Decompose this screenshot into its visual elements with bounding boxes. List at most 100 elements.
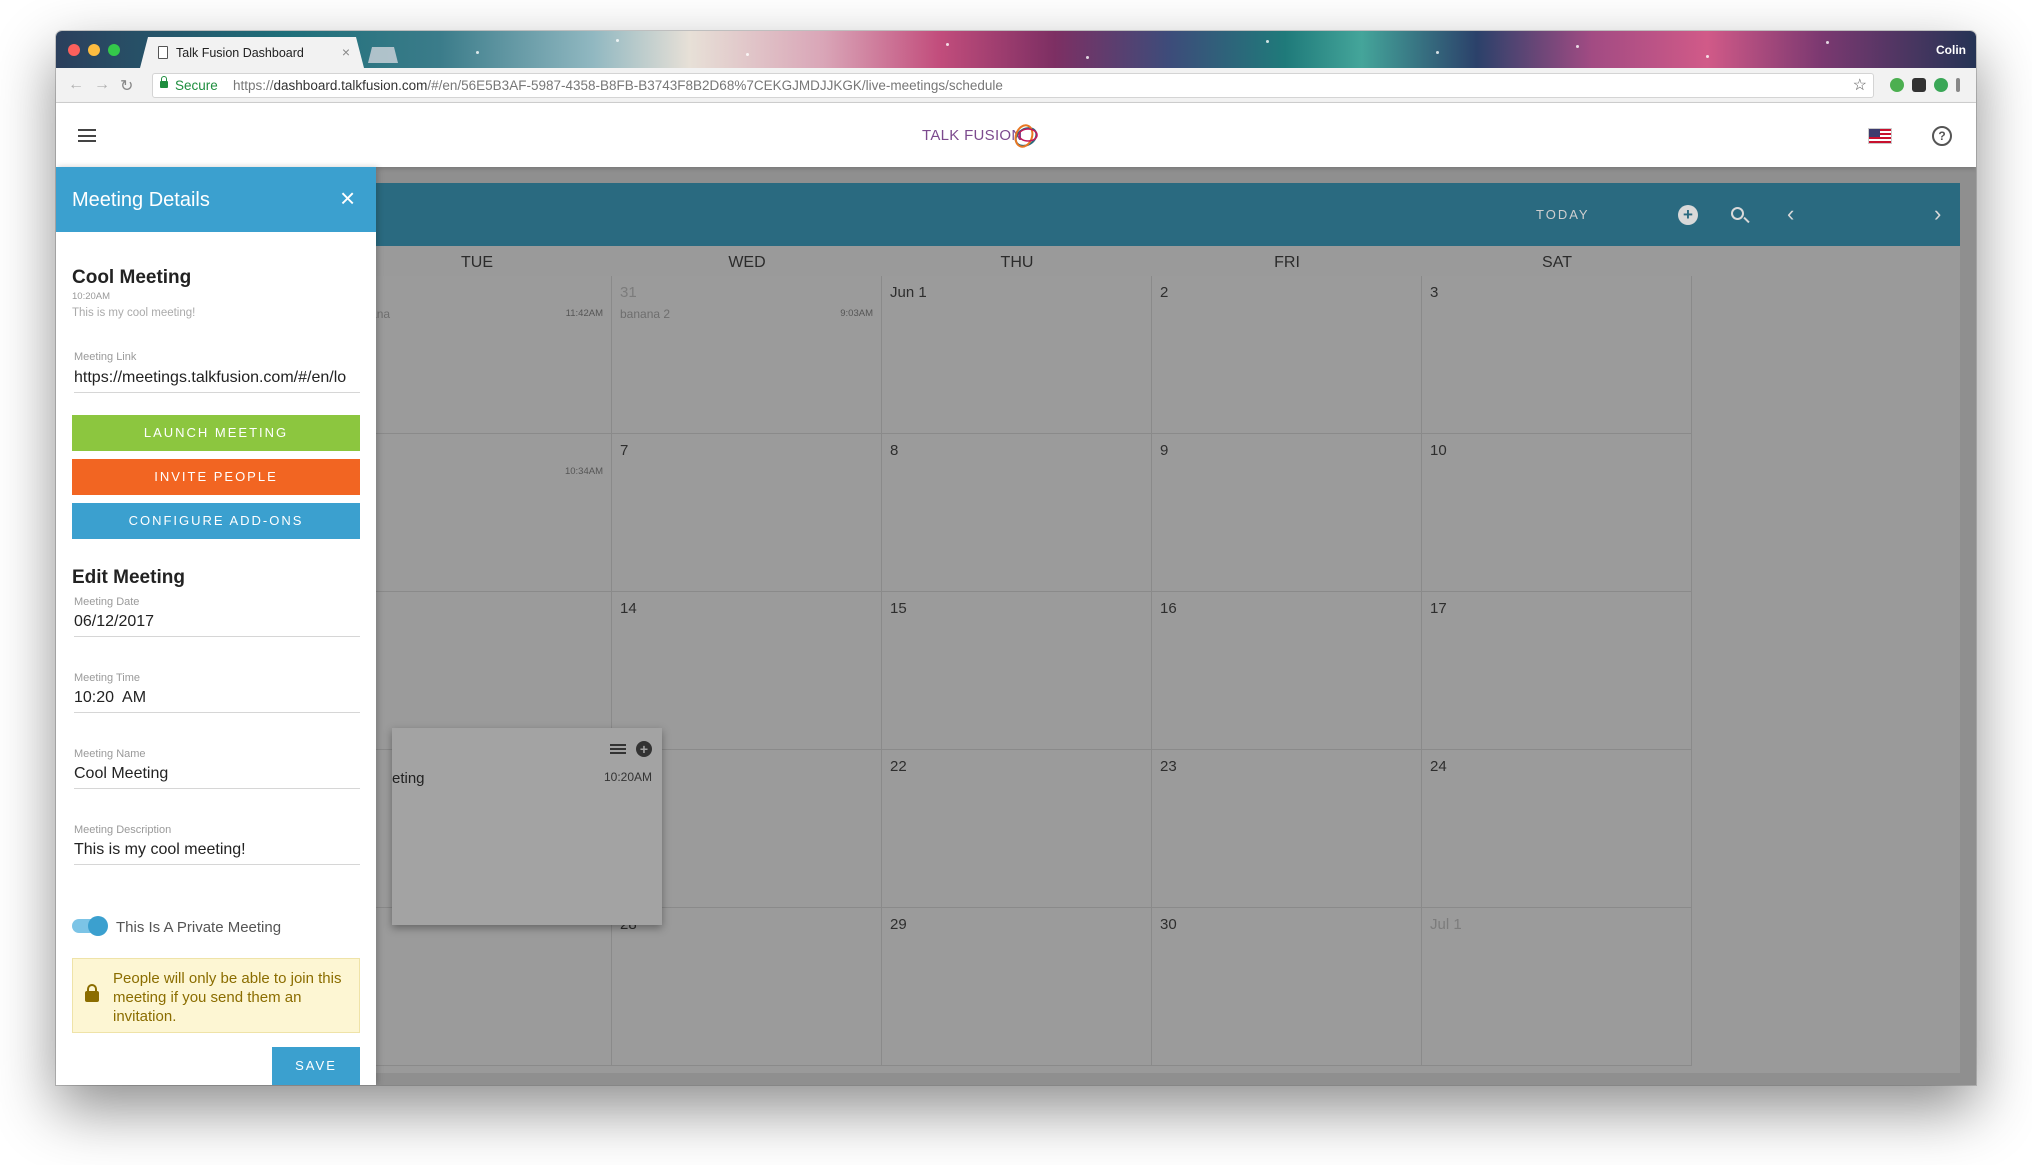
day-of-week-label: FRI xyxy=(1274,254,1300,271)
calendar-day-cell[interactable]: 24 xyxy=(1422,750,1692,908)
calendar-day-cell[interactable]: 22 xyxy=(882,750,1152,908)
next-week-icon[interactable]: › xyxy=(1934,201,1941,227)
extension-icon[interactable] xyxy=(1890,78,1904,92)
meeting-details-panel: Meeting Details × Cool Meeting 10:20AM T… xyxy=(56,167,376,1085)
day-number: 9 xyxy=(1160,442,1169,459)
calendar-day-cell[interactable]: 14 xyxy=(612,592,882,750)
app-header: TALK FUSION ? xyxy=(56,103,1976,167)
hamburger-menu-icon[interactable] xyxy=(78,129,96,142)
calendar-day-cell[interactable]: 16 xyxy=(1152,592,1422,750)
day-of-week-label: THU xyxy=(1000,254,1034,271)
profile-name[interactable]: Colin xyxy=(1936,43,1966,57)
window-close-button[interactable] xyxy=(68,44,80,56)
talk-fusion-logo: TALK FUSION xyxy=(922,127,1023,144)
meeting-link-field[interactable]: https://meetings.talkfusion.com/#/en/lo xyxy=(74,369,360,393)
secure-label: Secure xyxy=(175,78,218,93)
back-icon[interactable]: ← xyxy=(68,76,84,94)
meeting-description-field[interactable]: This is my cool meeting! xyxy=(74,841,360,865)
day-number: 24 xyxy=(1430,758,1447,775)
extension-icon[interactable] xyxy=(1912,78,1926,92)
bookmark-star-icon[interactable]: ☆ xyxy=(1853,74,1867,97)
tab-close-icon[interactable]: × xyxy=(342,44,350,60)
day-number: 30 xyxy=(1160,916,1177,933)
us-flag-icon[interactable] xyxy=(1868,128,1892,144)
event-time: 11:42AM xyxy=(565,308,603,319)
calendar-day-cell[interactable]: 9 xyxy=(1152,434,1422,592)
calendar-day-cell[interactable]: 23 xyxy=(1152,750,1422,908)
meeting-time-label: Meeting Time xyxy=(74,672,141,684)
page-icon xyxy=(158,46,168,59)
secure-lock-icon xyxy=(160,76,168,88)
logo-swirl-icon xyxy=(1014,124,1038,148)
calendar-day-cell[interactable] xyxy=(342,592,612,750)
day-number: 7 xyxy=(620,442,629,459)
private-meeting-toggle[interactable] xyxy=(72,916,108,936)
meeting-name-field[interactable]: Cool Meeting xyxy=(74,765,360,789)
calendar-day-cell[interactable]: 28 xyxy=(612,908,882,1066)
calendar-day-cell[interactable]: Jul 1 xyxy=(1422,908,1692,1066)
calendar-event[interactable]: banana11:42AM xyxy=(350,307,603,321)
meeting-date-label: Meeting Date xyxy=(74,596,140,608)
day-number: 23 xyxy=(1160,758,1177,775)
list-icon[interactable] xyxy=(610,743,626,755)
save-button[interactable]: SAVE xyxy=(272,1047,360,1085)
meeting-name: Cool Meeting xyxy=(72,267,192,288)
calendar-event[interactable]: asdf10:34AM xyxy=(350,465,603,479)
meeting-time-field[interactable]: 10:20 AM xyxy=(74,689,360,713)
edit-meeting-heading: Edit Meeting xyxy=(72,567,185,588)
calendar-day-cell[interactable]: 30banana11:42AM xyxy=(342,276,612,434)
day-number: 8 xyxy=(890,442,899,459)
calendar-day-cell[interactable]: 7 xyxy=(612,434,882,592)
calendar-day-cell[interactable]: 27 xyxy=(342,908,612,1066)
day-number: 3 xyxy=(1430,284,1439,301)
calendar-day-cell[interactable]: 17 xyxy=(1422,592,1692,750)
meeting-date-field[interactable]: 06/12/2017 xyxy=(74,613,360,637)
calendar-day-cell[interactable]: 31 banana 2 9:03AM xyxy=(612,276,882,434)
add-icon[interactable]: + xyxy=(636,741,652,757)
lock-icon xyxy=(85,984,99,1002)
calendar-day-cell[interactable]: 10 xyxy=(1422,434,1692,592)
day-number: 10 xyxy=(1430,442,1447,459)
day-of-week-label: TUE xyxy=(461,254,493,271)
url-input[interactable]: Secure https://dashboard.talkfusion.com/… xyxy=(152,73,1874,98)
tab-title: Talk Fusion Dashboard xyxy=(176,46,304,60)
launch-meeting-button[interactable]: LAUNCH MEETING xyxy=(72,415,360,451)
meeting-name-label: Meeting Name xyxy=(74,748,146,760)
day-number: 29 xyxy=(890,916,907,933)
day-of-week-label: WED xyxy=(728,254,766,271)
calendar-day-cell[interactable]: 29 xyxy=(882,908,1152,1066)
browser-tab-strip: Talk Fusion Dashboard × Colin xyxy=(56,31,1976,68)
reload-icon[interactable]: ↻ xyxy=(120,76,133,96)
calendar-day-cell[interactable]: Jun 1 xyxy=(882,276,1152,434)
private-meeting-notice: People will only be able to join this me… xyxy=(72,958,360,1033)
add-event-icon[interactable]: + xyxy=(1678,205,1698,225)
calendar-day-cell[interactable]: 15 xyxy=(882,592,1152,750)
browser-window: Talk Fusion Dashboard × Colin ← → ↻ Secu… xyxy=(56,31,1976,1085)
close-icon[interactable]: × xyxy=(340,185,355,211)
event-name: banana 2 xyxy=(620,307,671,321)
forward-icon[interactable]: → xyxy=(94,76,110,94)
window-minimize-button[interactable] xyxy=(88,44,100,56)
search-icon[interactable] xyxy=(1731,207,1744,220)
configure-add-ons-button[interactable]: CONFIGURE ADD-ONS xyxy=(72,503,360,539)
new-tab-button[interactable] xyxy=(368,47,398,63)
help-icon[interactable]: ? xyxy=(1932,126,1952,146)
today-button[interactable]: TODAY xyxy=(1536,207,1590,222)
day-number: 16 xyxy=(1160,600,1177,617)
calendar-day-cell[interactable]: 3 xyxy=(1422,276,1692,434)
private-meeting-label: This Is A Private Meeting xyxy=(116,919,282,936)
menu-kebab-icon[interactable] xyxy=(1956,78,1960,92)
window-maximize-button[interactable] xyxy=(108,44,120,56)
meeting-description: This is my cool meeting! xyxy=(72,307,196,319)
calendar-day-cell[interactable]: 2 xyxy=(1152,276,1422,434)
calendar-day-cell[interactable]: 6asdf10:34AM xyxy=(342,434,612,592)
day-number: 17 xyxy=(1430,600,1447,617)
calendar-day-cell[interactable]: 30 xyxy=(1152,908,1422,1066)
calendar-day-cell[interactable]: 8 xyxy=(882,434,1152,592)
invite-people-button[interactable]: INVITE PEOPLE xyxy=(72,459,360,495)
prev-week-icon[interactable]: ‹ xyxy=(1787,201,1794,227)
event-popover[interactable]: + eting 10:20AM xyxy=(392,728,662,925)
calendar-event[interactable]: banana 2 9:03AM xyxy=(620,307,873,321)
browser-tab[interactable]: Talk Fusion Dashboard × xyxy=(140,37,364,68)
extension-icon[interactable] xyxy=(1934,78,1948,92)
